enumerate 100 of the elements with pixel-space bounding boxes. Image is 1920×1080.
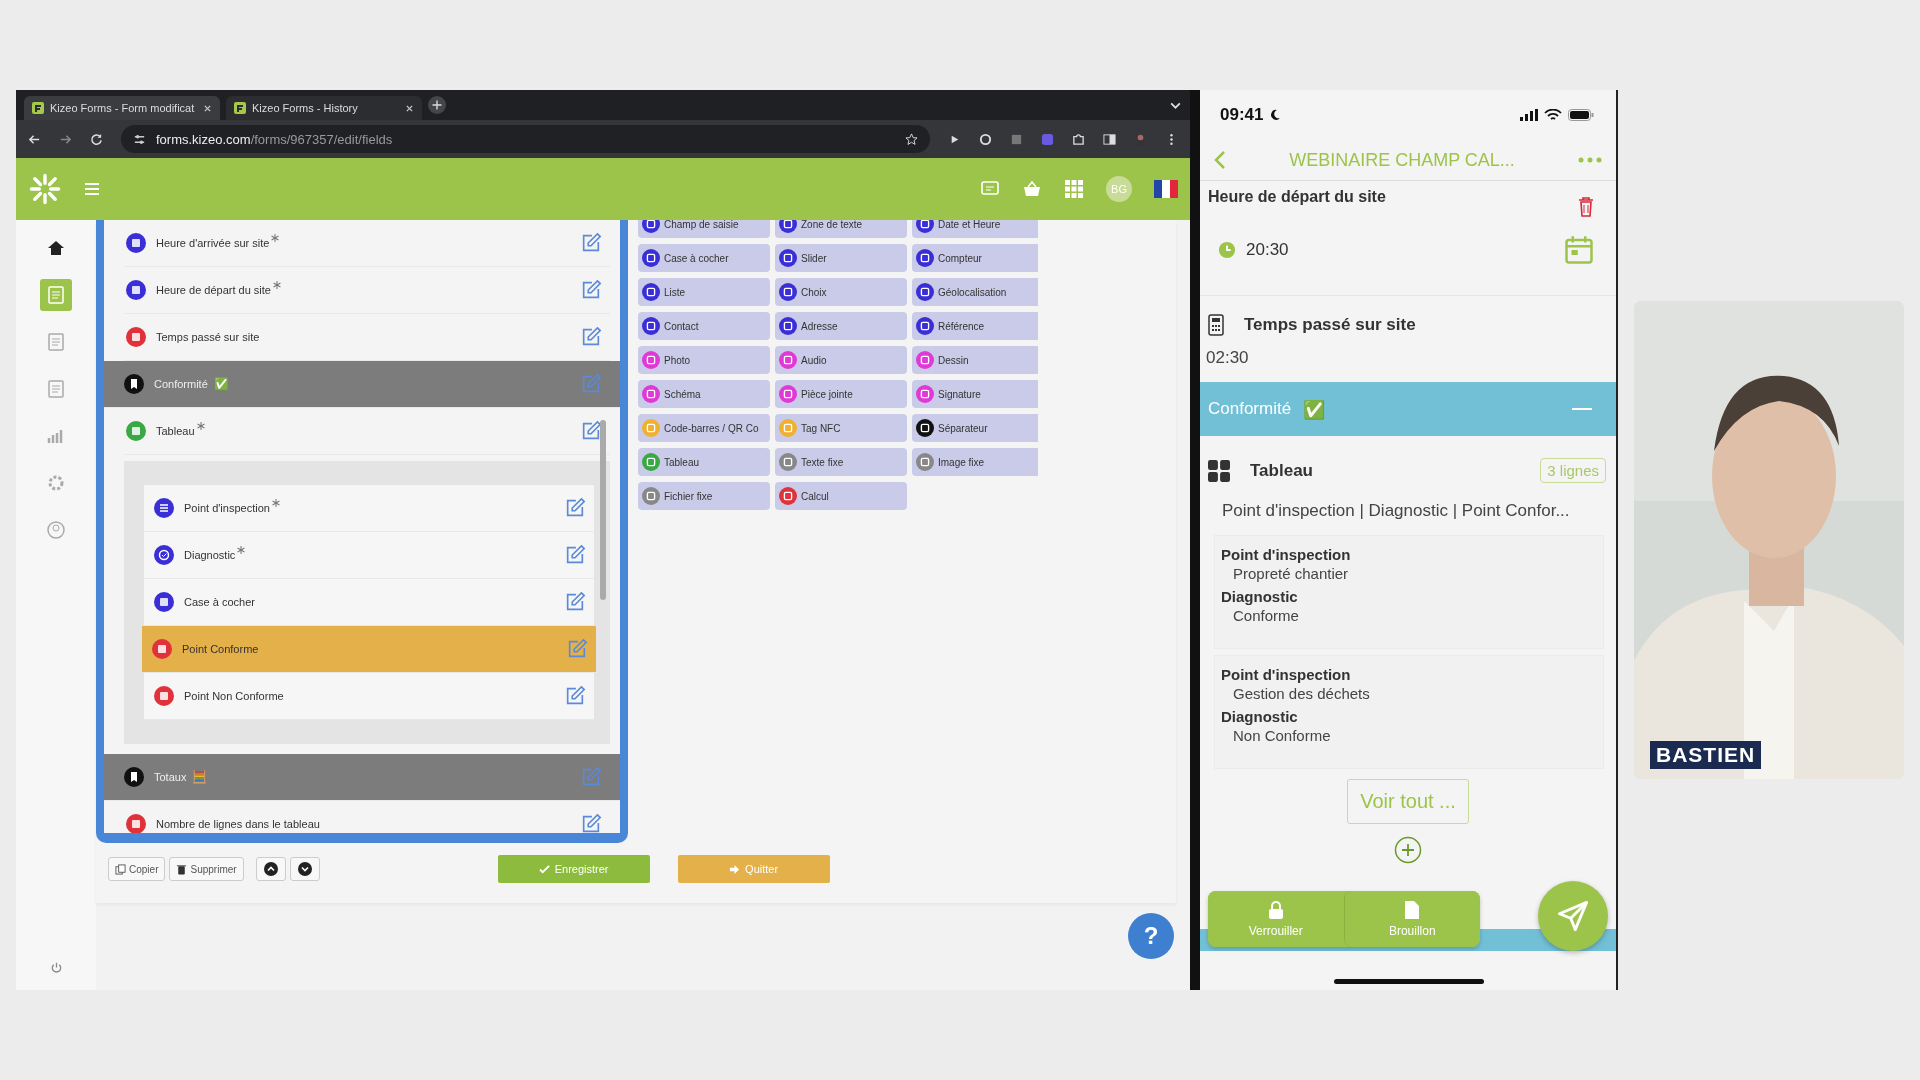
field-label: Point d'inspection <box>184 502 270 514</box>
reload-icon[interactable] <box>90 132 103 146</box>
edit-icon[interactable] <box>564 591 586 613</box>
field-type-button[interactable]: Photo <box>638 346 770 374</box>
field-type-button[interactable]: Fichier fixe <box>638 482 770 510</box>
sync-icon[interactable] <box>979 132 992 146</box>
delete-button[interactable]: Supprimer <box>169 857 244 881</box>
field-type-button[interactable]: Image fixe <box>912 448 1038 476</box>
sidebar-icon[interactable] <box>1103 132 1116 146</box>
field-type-button[interactable]: Compteur <box>912 244 1038 272</box>
field-type-button[interactable]: Code-barres / QR Co <box>638 414 770 442</box>
emoji: ✅ <box>213 377 229 391</box>
edit-icon[interactable] <box>564 497 586 519</box>
site-settings-icon[interactable] <box>133 132 146 146</box>
menu-icon[interactable] <box>84 182 100 196</box>
check-icon <box>538 863 550 875</box>
field-type-button[interactable]: Schéma <box>638 380 770 408</box>
scrollbar[interactable] <box>600 420 606 600</box>
field-type-button[interactable]: Choix <box>775 278 907 306</box>
edit-icon[interactable] <box>580 232 602 254</box>
field-type-button[interactable]: Dessin <box>912 346 1038 374</box>
field-type-label: Géolocalisation <box>938 286 1007 298</box>
send-button[interactable] <box>1538 881 1608 951</box>
settings-icon <box>46 473 66 493</box>
browser-tab[interactable]: Kizeo Forms - Form modificat <box>24 96 220 120</box>
field-type-button[interactable]: Signature <box>912 380 1038 408</box>
basket-icon[interactable] <box>1022 179 1042 199</box>
browser-tab[interactable]: Kizeo Forms - History <box>226 96 422 120</box>
calculator-icon <box>126 327 146 347</box>
field-type-label: Compteur <box>938 252 982 264</box>
participant-name: BASTIEN <box>1650 741 1762 769</box>
edit-icon[interactable] <box>580 813 602 833</box>
extension-icon[interactable] <box>1041 132 1054 146</box>
document-icon <box>46 379 66 399</box>
field-row[interactable]: Heure d'arrivée sur site <box>124 220 610 267</box>
extension-icon[interactable] <box>1010 132 1023 146</box>
wifi-icon <box>1544 109 1562 121</box>
field-type-button[interactable]: Case à cocher <box>638 244 770 272</box>
field-type-button[interactable]: Géolocalisation <box>912 278 1038 306</box>
field-type-button[interactable]: Audio <box>775 346 907 374</box>
field-type-button[interactable]: Tag NFC <box>775 414 907 442</box>
close-icon[interactable] <box>405 103 414 113</box>
edit-icon[interactable] <box>564 544 586 566</box>
edit-icon[interactable] <box>580 279 602 301</box>
puzzle-icon[interactable] <box>1072 132 1085 146</box>
field-label: Nombre de lignes dans le tableau <box>156 818 320 830</box>
checkbox-icon <box>154 592 174 612</box>
apps-grid-icon[interactable] <box>1064 179 1084 199</box>
field-label: Diagnostic <box>184 549 236 561</box>
trash-icon[interactable] <box>1578 197 1594 217</box>
field-row[interactable]: Nombre de lignes dans le tableau <box>124 801 610 833</box>
home-icon <box>46 238 66 258</box>
move-up-button[interactable] <box>255 857 286 881</box>
bookmark-icon <box>124 374 144 394</box>
edit-icon[interactable] <box>564 685 586 707</box>
separator-row[interactable]: Totaux 🧮 <box>104 754 620 801</box>
field-type-label: Slider <box>801 252 827 264</box>
calendar-icon <box>126 233 146 253</box>
field-type-button[interactable]: Texte fixe <box>775 448 907 476</box>
new-tab-icon[interactable] <box>428 96 446 114</box>
field-type-button[interactable]: Zone de texte <box>775 220 907 238</box>
collapse-icon[interactable] <box>1572 407 1592 411</box>
add-icon[interactable] <box>1394 836 1422 864</box>
calendar-icon[interactable] <box>1564 235 1594 265</box>
field-type-button[interactable]: Contact <box>638 312 770 340</box>
screen-title: WEBINAIRE CHAMP CAL... <box>1288 149 1516 171</box>
table-row-card[interactable]: Point d'inspection Propreté chantier Diagnostic Conforme <box>1214 535 1604 649</box>
move-down-button[interactable] <box>289 857 320 881</box>
bookmark-icon <box>124 767 144 787</box>
edit-icon[interactable] <box>580 420 602 442</box>
field-type-button[interactable]: Champ de saisie <box>638 220 770 238</box>
field-row[interactable]: Point Non Conforme <box>144 673 594 720</box>
field-type-button[interactable]: Tableau <box>638 448 770 476</box>
close-icon[interactable] <box>203 103 212 113</box>
field-label: Tableau <box>156 425 195 437</box>
field-type-button[interactable]: Adresse <box>775 312 907 340</box>
field-type-button[interactable]: Slider <box>775 244 907 272</box>
field-row[interactable]: Point Conforme <box>142 626 596 673</box>
edit-icon[interactable] <box>580 326 602 348</box>
copy-button[interactable]: Copier <box>108 857 166 881</box>
tab-title: Kizeo Forms - History <box>252 102 359 114</box>
flag-icon[interactable] <box>1154 180 1178 198</box>
address-bar[interactable]: forms.kizeo.com/forms/967357/edit/fields <box>121 125 930 153</box>
edit-icon[interactable] <box>566 638 588 660</box>
field-type-button[interactable]: Séparateur <box>912 414 1038 442</box>
power-icon[interactable] <box>49 961 63 974</box>
trash-icon <box>176 863 188 875</box>
field-type-button[interactable]: Liste <box>638 278 770 306</box>
field-type-button[interactable]: Calcul <box>775 482 907 510</box>
table-row-card[interactable]: Point d'inspection Gestion des déchets Diagnostic Non Conforme <box>1214 655 1604 769</box>
separator-row[interactable]: Conformité ✅ <box>104 361 620 408</box>
field-type-button[interactable]: Date et Heure <box>912 220 1038 238</box>
field-row[interactable]: Point d'inspection <box>144 485 594 532</box>
star-icon[interactable] <box>905 132 918 146</box>
help-button[interactable]: ? <box>1128 913 1174 959</box>
field-type-button[interactable]: Pièce jointe <box>775 380 907 408</box>
field-type-button[interactable]: Référence <box>912 312 1038 340</box>
field-row[interactable]: Diagnostic <box>144 532 594 579</box>
field-row[interactable]: Heure de départ du site <box>124 267 610 314</box>
field-label: Totaux <box>154 771 187 783</box>
